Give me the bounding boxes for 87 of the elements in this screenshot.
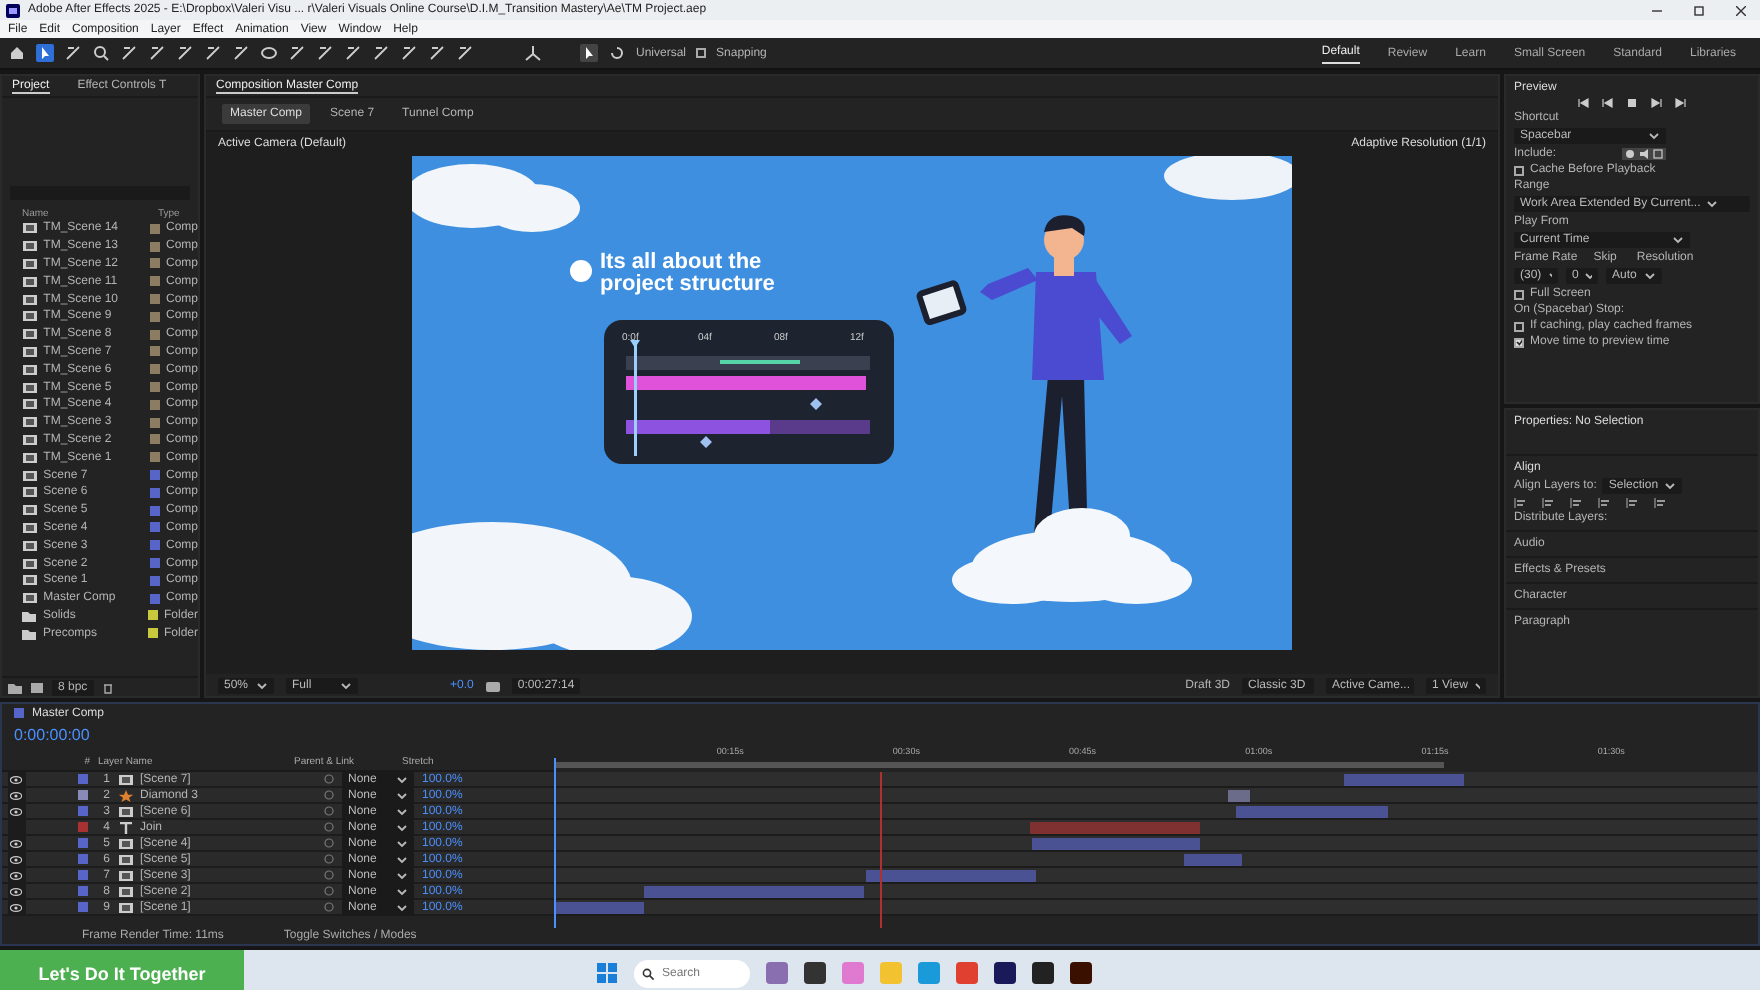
chevron-icon (1473, 679, 1480, 691)
visibility-toggle[interactable] (7, 900, 25, 914)
composition-icon (14, 708, 24, 718)
tool-icon[interactable] (428, 44, 446, 62)
include-toggles-icon[interactable] (1622, 148, 1667, 160)
minimize-icon[interactable] (1652, 5, 1662, 15)
snapping-checkbox[interactable] (696, 48, 707, 58)
align-icon[interactable] (1514, 498, 1526, 508)
banner: Let's Do It Together (0, 950, 244, 990)
trash-icon[interactable] (101, 681, 114, 693)
visibility-toggle[interactable] (7, 836, 25, 850)
step-forward-icon[interactable] (1650, 98, 1662, 108)
chevron-icon (1706, 198, 1719, 210)
eye-icon (10, 871, 22, 879)
selection-icon[interactable] (580, 44, 598, 62)
stop-icon[interactable] (1626, 98, 1638, 108)
layer-duration-bar[interactable] (1227, 790, 1251, 802)
align-icon[interactable] (1654, 498, 1666, 508)
align-icon[interactable] (1626, 498, 1638, 508)
tool-icon[interactable] (456, 44, 474, 62)
rotate-icon[interactable] (608, 44, 626, 62)
composition-icon (118, 805, 134, 817)
eye-icon (10, 903, 22, 911)
cloud-drawing (1164, 156, 1292, 200)
visibility-toggle[interactable] (7, 804, 25, 818)
composition-icon (118, 773, 134, 785)
eye-icon (10, 839, 22, 847)
eye-icon (10, 855, 22, 863)
slide-heading: Its all about the project structure (600, 252, 777, 296)
app-logo-icon (6, 3, 20, 17)
tool-icon[interactable] (148, 44, 166, 62)
visibility-toggle[interactable] (7, 772, 25, 786)
eye-icon (10, 775, 22, 783)
tool-icon[interactable] (204, 44, 222, 62)
tool-icon[interactable] (372, 44, 390, 62)
chevron-icon (1648, 130, 1660, 142)
tool-icon[interactable] (120, 44, 138, 62)
checkbox[interactable] (1514, 337, 1524, 347)
visibility-toggle[interactable] (7, 884, 25, 898)
text-layer-icon (118, 821, 134, 833)
chevron-icon (1644, 270, 1656, 282)
tool-icon[interactable] (232, 44, 250, 62)
tool-icon[interactable] (260, 44, 278, 62)
chevron-icon (340, 679, 352, 691)
tool-icon[interactable] (92, 44, 110, 62)
align-icon[interactable] (1542, 498, 1554, 508)
chevron-icon (1584, 270, 1592, 282)
tool-icon[interactable] (288, 44, 306, 62)
close-icon[interactable] (1736, 5, 1746, 15)
chevron-icon (256, 679, 268, 691)
eye-icon (10, 887, 22, 895)
taskbar-app-icon[interactable] (804, 962, 826, 984)
checkbox[interactable] (1514, 289, 1524, 299)
bullet-dot (570, 260, 592, 282)
tool-icon[interactable] (8, 44, 26, 62)
composition-icon[interactable] (30, 681, 44, 693)
playhead-line (630, 340, 640, 456)
start-icon[interactable] (596, 962, 618, 984)
taskbar-app-icon[interactable] (1032, 962, 1054, 984)
align-icon[interactable] (1570, 498, 1582, 508)
tool-icon[interactable] (64, 44, 82, 62)
restore-icon[interactable] (1694, 5, 1704, 15)
tool-icon[interactable] (344, 44, 362, 62)
current-time[interactable]: 0:00:00:00 (2, 722, 554, 754)
visibility-toggle[interactable] (7, 788, 25, 802)
eye-icon (10, 791, 22, 799)
eye-icon (10, 807, 22, 815)
tool-icon[interactable] (176, 44, 194, 62)
chevron-icon (1672, 234, 1684, 246)
tool-icon[interactable] (316, 44, 334, 62)
taskbar-app-icon[interactable] (1070, 962, 1092, 984)
star-icon (118, 789, 134, 801)
camera-icon[interactable] (485, 679, 500, 691)
pointer-tool-icon[interactable] (36, 44, 54, 62)
taskbar-app-icon[interactable] (994, 962, 1016, 984)
checkbox[interactable] (1514, 165, 1524, 175)
visibility-toggle[interactable] (7, 868, 25, 882)
step-back-icon[interactable] (1578, 98, 1590, 108)
align-icon[interactable] (1598, 498, 1610, 508)
checkbox[interactable] (1514, 321, 1524, 331)
tool-icon[interactable] (400, 44, 418, 62)
visibility-toggle[interactable] (7, 852, 25, 866)
folder-icon[interactable] (8, 681, 22, 693)
step-back-icon[interactable] (1602, 98, 1614, 108)
axis-icon[interactable] (524, 44, 542, 62)
step-forward-icon[interactable] (1674, 98, 1686, 108)
chevron-icon (1664, 480, 1677, 492)
